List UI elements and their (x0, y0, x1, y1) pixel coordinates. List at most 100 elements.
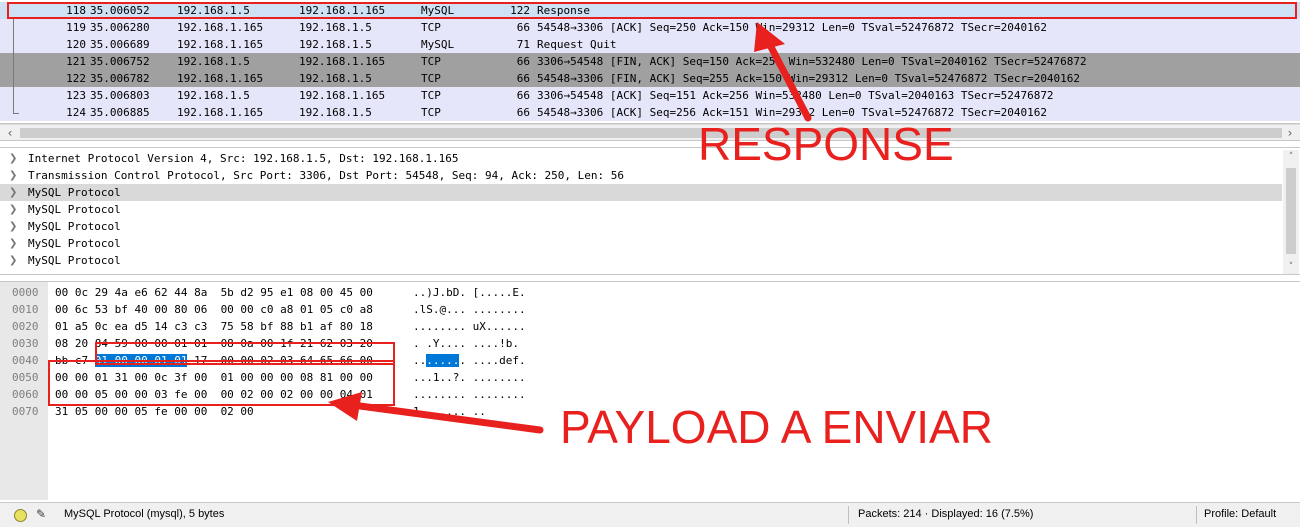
packet-time: 35.006782 (90, 72, 150, 85)
ascii-bytes[interactable]: ..)J.bD. [.....E. (413, 284, 526, 301)
chevron-right-icon[interactable]: ❯ (9, 218, 17, 235)
chevron-right-icon[interactable]: ❯ (9, 167, 17, 184)
hex-bytes[interactable]: 00 0c 29 4a e6 62 44 8a 5b d2 95 e1 08 0… (55, 284, 373, 301)
packet-source: 192.168.1.165 (177, 21, 264, 34)
packets-count-text: Packets: 214 · Displayed: 16 (7.5%) (858, 508, 1034, 520)
details-vscrollbar[interactable]: ˄ ˅ (1283, 150, 1299, 274)
tree-item-label: Internet Protocol Version 4, Src: 192.16… (28, 152, 459, 165)
ascii-bytes[interactable]: ........ uX...... (413, 318, 526, 335)
packet-source: 192.168.1.165 (177, 38, 264, 51)
ascii-bytes[interactable]: .lS.@... ........ (413, 301, 526, 318)
tree-item-mysql[interactable]: ❯ MySQL Protocol (0, 218, 1282, 235)
chevron-right-icon[interactable]: ❯ (9, 235, 17, 252)
packet-protocol: MySQL (421, 38, 455, 51)
packet-length: 71 (516, 38, 530, 51)
edit-comment-icon[interactable]: ✎ (36, 507, 50, 521)
chevron-left-icon[interactable]: ‹ (2, 125, 18, 141)
profile-text[interactable]: Profile: Default (1204, 508, 1276, 520)
packet-number: 120 (66, 38, 86, 51)
packet-row[interactable]: 120 35.006689 192.168.1.165 192.168.1.5 … (0, 36, 1300, 53)
byte-offset: 0070 (12, 405, 39, 418)
chevron-right-icon[interactable]: › (1282, 125, 1298, 141)
chevron-down-icon[interactable]: ˅ (1283, 260, 1299, 274)
chevron-right-icon[interactable]: ❯ (9, 252, 17, 269)
packet-length: 66 (516, 55, 530, 68)
packet-destination: 192.168.1.5 (299, 72, 372, 85)
ascii-bytes[interactable]: . .Y.... ....!b. (413, 335, 526, 352)
field-info-text: MySQL Protocol (mysql), 5 bytes (64, 508, 225, 520)
packet-row[interactable]: 119 35.006280 192.168.1.165 192.168.1.5 … (0, 19, 1300, 36)
response-highlight-box (7, 2, 1297, 19)
scroll-thumb[interactable] (20, 128, 1282, 138)
packet-list-hscrollbar[interactable]: ‹ › (0, 124, 1300, 141)
byte-offset: 0050 (12, 371, 39, 384)
scroll-thumb[interactable] (1286, 168, 1296, 254)
packet-time: 35.006752 (90, 55, 150, 68)
packet-info: 3306→54548 [ACK] Seq=151 Ack=256 Win=532… (537, 89, 1054, 102)
packet-source: 192.168.1.5 (177, 89, 250, 102)
ascii-bytes[interactable]: ...1..?. ........ (413, 369, 526, 386)
byte-offset: 0010 (12, 303, 39, 316)
packet-info: Request Quit (537, 38, 617, 51)
tree-item-mysql[interactable]: ❯ MySQL Protocol (0, 201, 1282, 218)
payload-annotation-label: PAYLOAD A ENVIAR (560, 401, 993, 453)
packet-time: 35.006689 (90, 38, 150, 51)
ascii-bytes[interactable]: ........ ........ (413, 386, 526, 403)
packet-number: 121 (66, 55, 86, 68)
byte-offset: 0000 (12, 286, 39, 299)
packet-row[interactable]: 122 35.006782 192.168.1.165 192.168.1.5 … (0, 70, 1300, 87)
packet-details-tree[interactable]: ❯ Internet Protocol Version 4, Src: 192.… (0, 147, 1300, 275)
hex-bytes[interactable]: 00 6c 53 bf 40 00 80 06 00 00 c0 a8 01 0… (55, 301, 373, 318)
hex-bytes[interactable]: 01 a5 0c ea d5 14 c3 c3 75 58 bf 88 b1 a… (55, 318, 373, 335)
tree-item-mysql[interactable]: ❯ MySQL Protocol (0, 235, 1282, 252)
response-annotation-label: RESPONSE (698, 118, 954, 170)
packet-time: 35.006885 (90, 106, 150, 119)
packet-source: 192.168.1.5 (177, 55, 250, 68)
packet-source: 192.168.1.165 (177, 106, 264, 119)
packet-time: 35.006280 (90, 21, 150, 34)
packet-destination: 192.168.1.5 (299, 38, 372, 51)
packet-length: 66 (516, 72, 530, 85)
packet-source: 192.168.1.165 (177, 72, 264, 85)
packet-time: 35.006803 (90, 89, 150, 102)
packet-info: 3306→54548 [FIN, ACK] Seq=150 Ack=255 Wi… (537, 55, 1087, 68)
packet-number: 119 (66, 21, 86, 34)
ascii-bytes[interactable]: ........ ....def. (413, 352, 526, 369)
bytes-row[interactable]: 0010 00 6c 53 bf 40 00 80 06 00 00 c0 a8… (0, 301, 1300, 318)
selected-ascii-bytes[interactable]: ..... (426, 354, 460, 367)
conversation-bracket-end (13, 113, 19, 114)
tree-item-ipv4[interactable]: ❯ Internet Protocol Version 4, Src: 192.… (0, 150, 1282, 167)
bytes-row[interactable]: 0020 01 a5 0c ea d5 14 c3 c3 75 58 bf 88… (0, 318, 1300, 335)
chevron-right-icon[interactable]: ❯ (9, 184, 17, 201)
packet-protocol: TCP (421, 89, 441, 102)
packet-destination: 192.168.1.5 (299, 106, 372, 119)
bytes-row[interactable]: 0000 00 0c 29 4a e6 62 44 8a 5b d2 95 e1… (0, 284, 1300, 301)
byte-offset: 0030 (12, 337, 39, 350)
packet-row[interactable]: 124 35.006885 192.168.1.165 192.168.1.5 … (0, 104, 1300, 121)
packet-protocol: TCP (421, 21, 441, 34)
tree-item-mysql[interactable]: ❯ MySQL Protocol (0, 252, 1282, 269)
packet-destination: 192.168.1.5 (299, 21, 372, 34)
tree-item-tcp[interactable]: ❯ Transmission Control Protocol, Src Por… (0, 167, 1282, 184)
chevron-right-icon[interactable]: ❯ (9, 201, 17, 218)
capture-status-icon[interactable] (14, 509, 27, 522)
packet-protocol: TCP (421, 55, 441, 68)
tree-item-label: Transmission Control Protocol, Src Port:… (28, 169, 625, 182)
payload-highlight-box-bottom (48, 360, 395, 406)
status-bar: ✎ MySQL Protocol (mysql), 5 bytes Packet… (0, 502, 1300, 527)
tree-item-mysql-selected[interactable]: ❯ MySQL Protocol (0, 184, 1282, 201)
tree-item-label: MySQL Protocol (28, 237, 121, 250)
ascii-bytes[interactable]: 1....... .. (413, 403, 486, 420)
byte-offset: 0020 (12, 320, 39, 333)
chevron-up-icon[interactable]: ˄ (1283, 150, 1299, 164)
tree-item-label: MySQL Protocol (28, 254, 121, 267)
packet-row[interactable]: 123 35.006803 192.168.1.5 192.168.1.165 … (0, 87, 1300, 104)
packet-info: 54548→3306 [ACK] Seq=250 Ack=150 Win=293… (537, 21, 1047, 34)
conversation-bracket-line (13, 17, 14, 114)
packet-info: 54548→3306 [FIN, ACK] Seq=255 Ack=150 Wi… (537, 72, 1081, 85)
packet-row[interactable]: 121 35.006752 192.168.1.5 192.168.1.165 … (0, 53, 1300, 70)
status-separator (848, 506, 849, 524)
chevron-right-icon[interactable]: ❯ (9, 150, 17, 167)
packet-length: 66 (516, 21, 530, 34)
byte-offset: 0060 (12, 388, 39, 401)
